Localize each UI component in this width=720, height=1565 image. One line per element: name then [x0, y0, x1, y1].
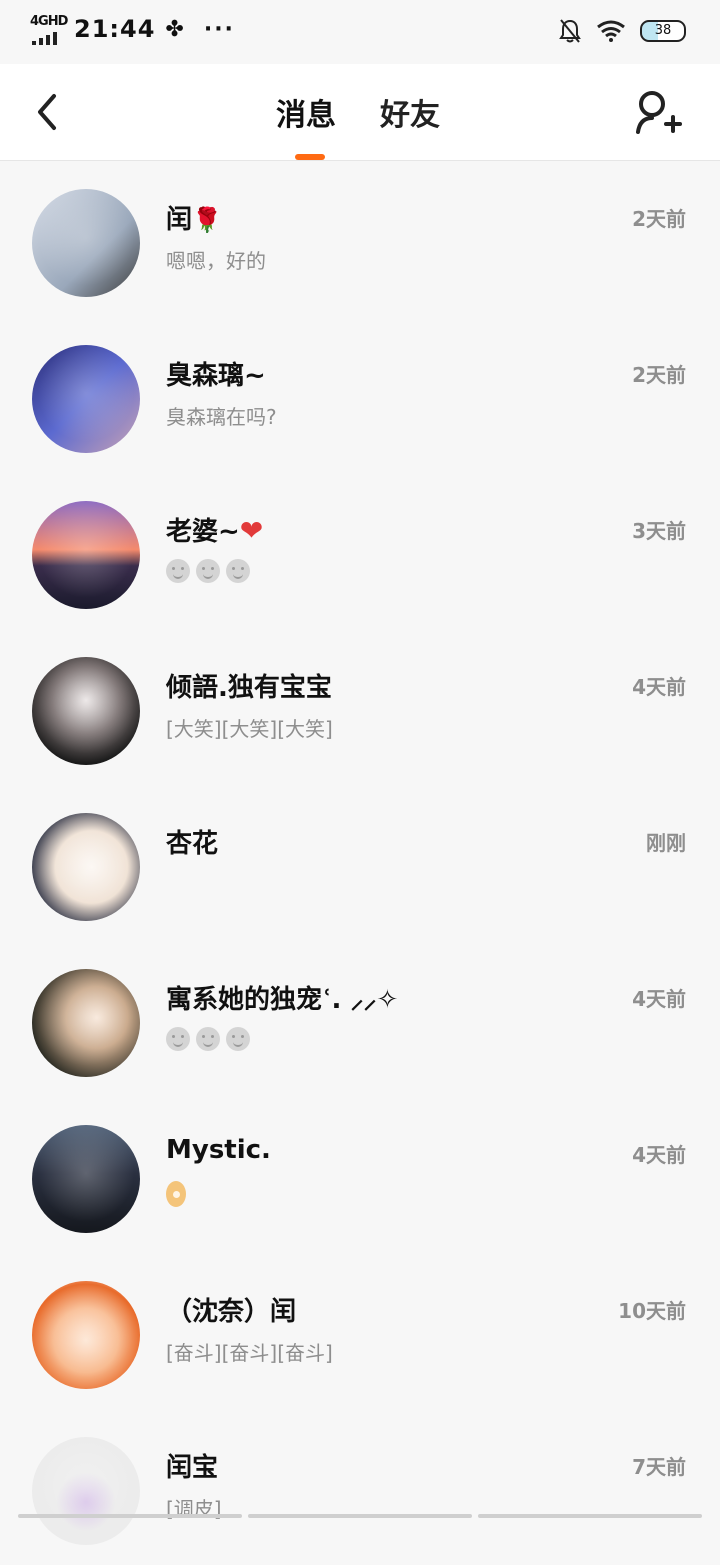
contact-name: Mystic. — [166, 1135, 271, 1165]
smile-emoji-icon — [226, 558, 250, 583]
contact-name: 倾語.独有宝宝 — [166, 673, 332, 703]
more-notifications: ··· — [203, 16, 235, 42]
message-time: 4天前 — [632, 675, 686, 699]
message-time: 刚刚 — [646, 831, 686, 855]
conversation-row[interactable]: 寓系她的独宠ʿ. ⸝⸝✧ 4天前 — [0, 941, 720, 1097]
avatar[interactable] — [32, 501, 140, 609]
navigation-gesture-bar — [0, 1514, 720, 1520]
conversation-row[interactable]: 臭森璃~ 臭森璃在吗? 2天前 — [0, 317, 720, 473]
avatar[interactable] — [32, 1125, 140, 1233]
contact-name: 杏花 — [166, 829, 219, 859]
message-time: 2天前 — [632, 207, 686, 231]
message-time: 4天前 — [632, 1143, 686, 1167]
conversation-row[interactable]: 倾語.独有宝宝 [大笑][大笑][大笑] 4天前 — [0, 629, 720, 785]
conversation-row[interactable]: （沈奈）闰 [奋斗][奋斗][奋斗] 10天前 — [0, 1253, 720, 1409]
rose-icon: 🌹 — [192, 206, 222, 234]
message-preview: [大笑][大笑][大笑] — [166, 717, 333, 741]
smile-emoji-icon — [196, 558, 220, 583]
contact-name: 老婆~❤ — [166, 514, 264, 547]
mute-bell-icon — [559, 19, 581, 43]
clock: 21:44 — [74, 15, 156, 43]
battery-level: 38 — [654, 23, 672, 38]
avatar[interactable] — [32, 1437, 140, 1545]
message-preview — [166, 1025, 256, 1051]
conversation-row[interactable]: 闰🌹 嗯嗯，好的 2天前 — [0, 161, 720, 317]
status-bar: 4GHD 21:44 ✤ ··· 38 — [0, 0, 720, 64]
top-navigation: 消息 好友 — [0, 64, 720, 161]
add-friend-icon[interactable] — [634, 88, 682, 136]
message-preview — [166, 1181, 186, 1212]
message-time: 3天前 — [632, 519, 686, 543]
smile-emoji-icon — [226, 1026, 250, 1051]
avatar[interactable] — [32, 657, 140, 765]
avatar[interactable] — [32, 189, 140, 297]
network-type: 4GHD — [30, 14, 68, 29]
contact-name: 闰🌹 — [166, 205, 222, 235]
avatar[interactable] — [32, 1281, 140, 1389]
battery-icon: 38 — [640, 20, 686, 42]
avatar[interactable] — [32, 969, 140, 1077]
tab-friends[interactable]: 好友 — [380, 90, 440, 134]
message-time: 10天前 — [618, 1299, 686, 1323]
conversation-row[interactable]: 杏花 刚刚 — [0, 785, 720, 941]
heart-icon: ❤ — [239, 514, 264, 547]
message-time: 4天前 — [632, 987, 686, 1011]
fan-icon: ✤ — [165, 16, 184, 42]
signal-icon: 4GHD — [30, 14, 68, 45]
smile-emoji-icon — [196, 1026, 220, 1051]
conversation-row[interactable]: 闰宝 [调皮] 7天前 — [0, 1409, 720, 1565]
contact-name: 寓系她的独宠ʿ. ⸝⸝✧ — [166, 985, 399, 1015]
conversation-row[interactable]: 老婆~❤ 3天前 — [0, 473, 720, 629]
conversation-list: 闰🌹 嗯嗯，好的 2天前 臭森璃~ 臭森璃在吗? 2天前 老婆~❤ 3天前 倾語… — [0, 161, 720, 1565]
message-preview: [奋斗][奋斗][奋斗] — [166, 1341, 333, 1365]
message-time: 2天前 — [632, 363, 686, 387]
avatar[interactable] — [32, 813, 140, 921]
message-time: 7天前 — [632, 1455, 686, 1479]
wifi-icon — [597, 20, 625, 42]
smile-emoji-icon — [166, 558, 190, 583]
conversation-row[interactable]: Mystic. 4天前 — [0, 1097, 720, 1253]
ok-hand-emoji-icon — [166, 1181, 186, 1207]
message-preview: 嗯嗯，好的 — [166, 249, 266, 273]
message-preview: 臭森璃在吗? — [166, 405, 277, 429]
avatar[interactable] — [32, 345, 140, 453]
active-tab-indicator — [295, 154, 325, 160]
back-arrow-icon[interactable] — [30, 90, 70, 134]
contact-name: （沈奈）闰 — [166, 1297, 297, 1327]
contact-name: 闰宝 — [166, 1453, 219, 1483]
contact-name: 臭森璃~ — [166, 361, 266, 391]
tab-messages[interactable]: 消息 — [276, 90, 336, 134]
message-preview — [166, 557, 256, 583]
smile-emoji-icon — [166, 1026, 190, 1051]
